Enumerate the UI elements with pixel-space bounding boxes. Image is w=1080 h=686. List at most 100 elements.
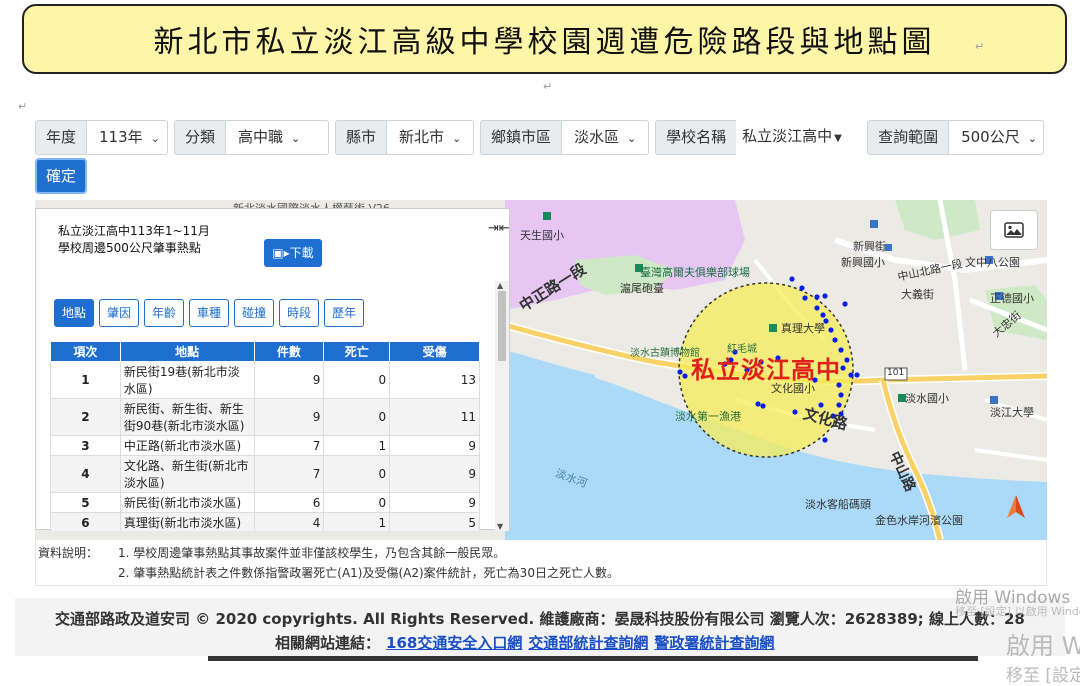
- data-notes: 資料說明： 1. 學校周邊肇事熱點其事故案件並非僅該校學生，乃包含其餘一般民眾。…: [35, 540, 1047, 586]
- cell-no: 6: [50, 512, 121, 531]
- hotspot-table-container: 項次 地點 件數 死亡 受傷 1 新民街19巷(新北市淡水區) 9 0 13 2…: [50, 341, 480, 531]
- download-icon: ▣▸: [272, 246, 290, 260]
- cell-count: 7: [253, 455, 325, 493]
- cell-injured: 11: [389, 398, 480, 436]
- scrollbar-thumb[interactable]: [498, 291, 506, 361]
- cell-dead: 1: [323, 512, 391, 531]
- cell-injured: 9: [389, 435, 480, 456]
- table-row[interactable]: 3 中正路(新北市淡水區) 7 1 9: [50, 435, 480, 456]
- filter-range: 查詢範圍 500公尺 ⌄: [867, 120, 1045, 155]
- category-select[interactable]: 高中職 ⌄: [225, 120, 330, 155]
- table-row[interactable]: 6 真理街(新北市淡水區) 4 1 5: [50, 512, 480, 531]
- chevron-down-icon: ⌄: [452, 132, 462, 145]
- statistics-panel: 私立淡江高中113年1~11月 學校周邊500公尺肇事熱點 ▣▸下載 ⇥⇤ 地點…: [35, 208, 510, 531]
- cell-dead: 0: [323, 455, 391, 493]
- cell-place: 文化路、新生街(新北市淡水區): [119, 455, 255, 493]
- map-label: 文中八公園: [965, 256, 1020, 269]
- column-header: 死亡: [323, 341, 391, 362]
- cell-no: 5: [50, 492, 121, 513]
- page-title: 新北市私立淡江高級中學校園週遭危險路段與地點圖: [153, 25, 936, 60]
- cell-dead: 0: [323, 361, 391, 399]
- chevron-down-icon: ⌄: [627, 132, 637, 145]
- map-label: 淡水第一漁港: [675, 410, 741, 423]
- map-label: 淡水國小: [905, 392, 949, 405]
- download-button[interactable]: ▣▸下載: [264, 239, 322, 267]
- cell-dead: 1: [323, 435, 391, 456]
- filter-year: 年度 113年 ⌄: [35, 120, 169, 155]
- map-label: 淡水客船碼頭: [805, 498, 871, 511]
- table-row[interactable]: 2 新民街、新生街、新生街90巷(新北市淡水區) 9 0 11: [50, 398, 480, 436]
- column-header: 項次: [50, 341, 121, 362]
- tab-age[interactable]: 年齡: [144, 299, 185, 327]
- column-header: 受傷: [389, 341, 480, 362]
- panel-title: 私立淡江高中113年1~11月 學校周邊500公尺肇事熱點: [58, 223, 210, 257]
- county-select[interactable]: 新北市 ⌄: [386, 120, 475, 155]
- cell-place: 新民街19巷(新北市淡水區): [119, 361, 255, 399]
- filter-county: 縣市 新北市 ⌄: [335, 120, 475, 155]
- cell-place: 新民街(新北市淡水區): [119, 492, 255, 513]
- page: 新北市私立淡江高級中學校園週遭危險路段與地點圖 ↵ ↵ ↵ 年度 113年 ⌄ 分…: [0, 0, 1080, 686]
- confirm-button[interactable]: 確定: [35, 158, 87, 194]
- scroll-up-icon[interactable]: ▲: [497, 281, 503, 290]
- cell-count: 4: [253, 512, 325, 531]
- map-label: 正德國小: [990, 292, 1034, 305]
- range-select[interactable]: 500公尺 ⌄: [948, 120, 1045, 155]
- map-label: 臺灣高爾夫俱樂部球場: [640, 266, 750, 279]
- tab-vehicle[interactable]: 車種: [189, 299, 230, 327]
- filter-label: 鄉鎮市區: [480, 120, 562, 155]
- tab-history[interactable]: 歷年: [324, 299, 365, 327]
- panel-title-line1: 私立淡江高中113年1~11月: [58, 224, 210, 238]
- activation-watermark: 啟用 W: [1006, 632, 1080, 660]
- link-npa-stats[interactable]: 警政署統計查詢網: [654, 634, 774, 652]
- cell-place: 真理街(新北市淡水區): [119, 512, 255, 531]
- filter-label: 年度: [35, 120, 87, 155]
- cell-injured: 9: [389, 455, 480, 493]
- image-icon: [1004, 222, 1024, 238]
- cell-place: 中正路(新北市淡水區): [119, 435, 255, 456]
- related-links-label: 相關網站連結：: [275, 634, 381, 652]
- link-motc-stats[interactable]: 交通部統計查詢網: [528, 634, 648, 652]
- link-168[interactable]: 168交通安全入口網: [386, 634, 522, 652]
- map-label: 淡水古蹟博物館: [630, 348, 700, 359]
- table-row[interactable]: 5 新民街(新北市淡水區) 6 0 9: [50, 492, 480, 513]
- tab-collision[interactable]: 碰撞: [234, 299, 275, 327]
- footer-copyright: 交通部路政及道安司 © 2020 copyrights. All Rights …: [55, 610, 1025, 628]
- collapse-icon[interactable]: ⇥⇤: [488, 221, 510, 236]
- map-label: 金色水岸河濱公園: [875, 514, 963, 527]
- map-label: 大義街: [901, 288, 934, 301]
- chevron-down-icon: ⌄: [1027, 132, 1037, 145]
- column-header: 地點: [119, 341, 255, 362]
- basemap-toggle-button[interactable]: [990, 210, 1038, 250]
- map-label: 101: [887, 368, 905, 378]
- table-row[interactable]: 4 文化路、新生街(新北市淡水區) 7 0 9: [50, 455, 480, 493]
- table-row[interactable]: 1 新民街19巷(新北市淡水區) 9 0 13: [50, 361, 480, 399]
- notes-label: 資料說明：: [38, 546, 99, 560]
- chevron-down-icon: ⌄: [150, 132, 160, 145]
- cell-injured: 5: [389, 512, 480, 531]
- filter-bar: 年度 113年 ⌄ 分類 高中職 ⌄ 縣市 新北市 ⌄ 鄉鎮市區 淡水區 ⌄ 學校名稱 …: [35, 120, 1045, 155]
- paragraph-mark: ↵: [18, 100, 28, 113]
- bottom-bar: [208, 656, 978, 661]
- filter-category: 分類 高中職 ⌄: [174, 120, 330, 155]
- tab-time[interactable]: 時段: [279, 299, 320, 327]
- district-select[interactable]: 淡水區 ⌄: [561, 120, 650, 155]
- school-select[interactable]: 私立淡江高中 ▼: [736, 120, 862, 155]
- title-banner: 新北市私立淡江高級中學校園週遭危險路段與地點圖: [22, 4, 1067, 74]
- year-select[interactable]: 113年 ⌄: [86, 120, 169, 155]
- activation-watermark: 移至 [設定] 以啟用 Windows。: [955, 605, 1080, 618]
- filter-school: 學校名稱 私立淡江高中 ▼: [655, 120, 862, 155]
- panel-scrollbar[interactable]: ▲ ▼: [495, 281, 509, 531]
- paragraph-mark: ↵: [975, 40, 985, 53]
- filter-label: 查詢範圍: [867, 120, 949, 155]
- chevron-down-icon: ⌄: [291, 132, 301, 145]
- panel-tabs: 地點 肇因 年齡 車種 碰撞 時段 歷年: [54, 299, 369, 327]
- cell-no: 3: [50, 435, 121, 456]
- filter-district: 鄉鎮市區 淡水區 ⌄: [480, 120, 650, 155]
- paragraph-mark: ↵: [543, 80, 553, 93]
- scroll-down-icon[interactable]: ▼: [497, 522, 503, 531]
- cell-count: 9: [253, 361, 325, 399]
- tab-cause[interactable]: 肇因: [99, 299, 140, 327]
- tab-location[interactable]: 地點: [54, 299, 95, 327]
- cell-count: 9: [253, 398, 325, 436]
- map-label: 淡江大學: [990, 406, 1034, 419]
